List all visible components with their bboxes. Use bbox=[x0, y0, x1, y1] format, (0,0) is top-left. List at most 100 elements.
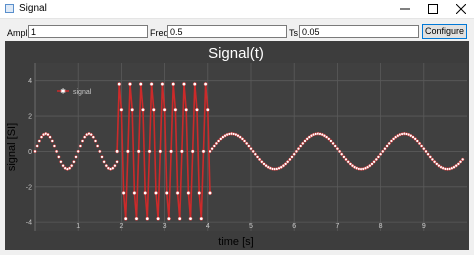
data-point bbox=[201, 149, 206, 154]
data-point bbox=[182, 82, 186, 87]
ampl-field[interactable]: 1 bbox=[28, 25, 148, 38]
app-icon bbox=[5, 4, 14, 13]
data-point bbox=[247, 144, 251, 148]
data-point bbox=[67, 166, 72, 170]
data-point bbox=[257, 157, 262, 162]
close-button[interactable] bbox=[448, 0, 474, 18]
data-point bbox=[149, 82, 154, 87]
data-point bbox=[169, 149, 174, 154]
data-point bbox=[203, 82, 208, 87]
data-point bbox=[175, 191, 180, 195]
data-point bbox=[424, 149, 428, 154]
data-point bbox=[192, 82, 197, 87]
data-point bbox=[301, 141, 305, 146]
data-point bbox=[331, 141, 335, 146]
data-point bbox=[210, 147, 214, 151]
data-point bbox=[288, 157, 292, 162]
data-point bbox=[136, 149, 141, 154]
legend-label: signal bbox=[73, 89, 92, 96]
data-point bbox=[376, 155, 381, 159]
data-point bbox=[294, 149, 299, 154]
freq-label: Freq bbox=[150, 28, 169, 38]
data-point bbox=[134, 216, 139, 221]
data-point bbox=[132, 191, 137, 195]
data-point bbox=[91, 135, 95, 139]
data-point bbox=[98, 149, 102, 154]
data-point bbox=[143, 191, 148, 195]
data-point bbox=[426, 152, 430, 156]
data-point bbox=[104, 164, 108, 168]
data-point bbox=[156, 216, 161, 221]
data-point bbox=[115, 149, 120, 154]
data-point bbox=[335, 147, 340, 151]
data-point bbox=[74, 155, 78, 159]
data-point bbox=[151, 107, 156, 112]
data-point bbox=[121, 191, 126, 195]
data-point bbox=[422, 147, 426, 151]
minimize-icon bbox=[400, 8, 410, 10]
x-tick-label: 6 bbox=[292, 223, 296, 230]
data-point bbox=[186, 191, 191, 195]
data-point bbox=[340, 152, 344, 156]
data-point bbox=[260, 160, 264, 164]
data-point bbox=[296, 147, 301, 151]
data-point bbox=[54, 149, 59, 154]
x-tick-label: 8 bbox=[379, 223, 383, 230]
data-point bbox=[389, 139, 394, 143]
data-point bbox=[214, 141, 219, 146]
x-tick-label: 9 bbox=[422, 223, 426, 230]
data-point bbox=[342, 155, 346, 159]
data-point bbox=[123, 216, 128, 221]
data-point bbox=[190, 149, 195, 154]
data-point bbox=[381, 149, 385, 154]
freq-field[interactable]: 0.5 bbox=[167, 25, 287, 38]
data-point bbox=[130, 107, 135, 112]
data-point bbox=[188, 216, 193, 221]
y-tick-label: -2 bbox=[26, 184, 32, 191]
data-point bbox=[102, 160, 106, 164]
data-point bbox=[417, 141, 422, 146]
data-point bbox=[72, 160, 76, 164]
configure-button[interactable]: Configure bbox=[422, 24, 467, 39]
data-point bbox=[100, 155, 104, 159]
maximize-icon bbox=[428, 4, 438, 14]
data-point bbox=[432, 160, 437, 164]
data-point bbox=[173, 107, 178, 112]
data-point bbox=[255, 155, 260, 159]
data-point bbox=[251, 149, 255, 154]
data-point bbox=[59, 160, 63, 164]
data-point bbox=[344, 157, 348, 162]
data-point bbox=[46, 132, 50, 137]
data-point bbox=[383, 147, 387, 151]
data-point bbox=[37, 139, 41, 143]
x-tick-label: 1 bbox=[76, 223, 80, 230]
data-point bbox=[346, 160, 350, 164]
data-point bbox=[164, 191, 169, 195]
data-point bbox=[141, 107, 145, 112]
data-point bbox=[419, 144, 424, 148]
data-point bbox=[286, 160, 290, 164]
data-point bbox=[89, 132, 93, 137]
legend-marker: ✱ bbox=[60, 88, 66, 96]
plot-panel: 1 2 3 4 5 6 7 8 9 4 2 0 -2 -4 Signal(t) time [s] sign… bbox=[5, 41, 469, 250]
data-point bbox=[216, 139, 221, 143]
data-point bbox=[39, 135, 44, 139]
data-point bbox=[128, 82, 132, 87]
data-point bbox=[205, 107, 210, 112]
data-point bbox=[212, 144, 216, 148]
maximize-button[interactable] bbox=[420, 0, 446, 18]
data-point bbox=[415, 139, 419, 143]
data-point bbox=[197, 191, 202, 195]
title-bar: Signal bbox=[0, 0, 474, 19]
signal-plot[interactable]: 1 2 3 4 5 6 7 8 9 4 2 0 -2 -4 Signal(t) time [s] sign… bbox=[5, 41, 469, 250]
data-point bbox=[378, 152, 383, 156]
x-tick-label: 4 bbox=[206, 223, 210, 230]
x-tick-label: 2 bbox=[119, 223, 123, 230]
minimize-button[interactable] bbox=[392, 0, 418, 18]
y-axis-label: signal [SI] bbox=[6, 123, 18, 171]
ts-field[interactable]: 0.05 bbox=[299, 25, 419, 38]
data-point bbox=[125, 149, 130, 154]
data-point bbox=[245, 141, 249, 146]
x-tick-label: 3 bbox=[163, 223, 167, 230]
data-point bbox=[171, 82, 176, 87]
